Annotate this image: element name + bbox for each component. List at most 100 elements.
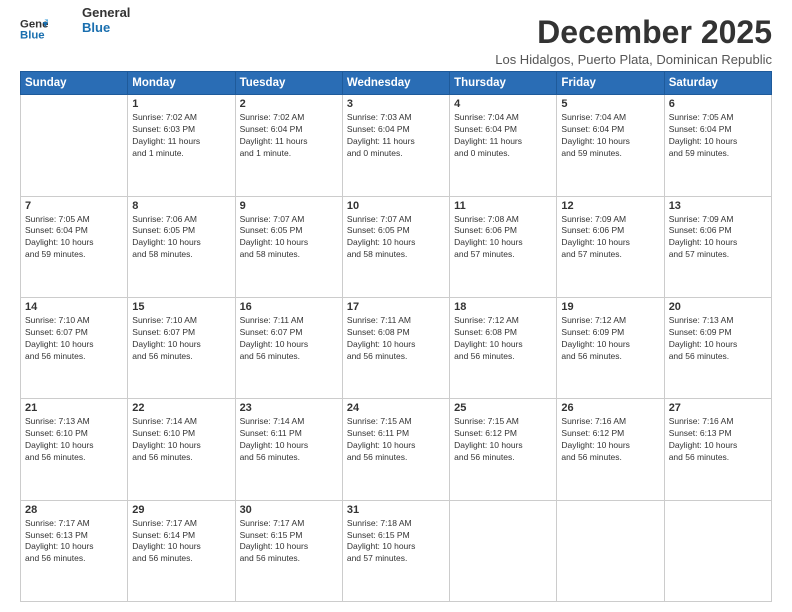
day-number: 18	[454, 301, 552, 313]
header: General Blue General Blue December 2025 …	[20, 15, 772, 67]
day-cell	[664, 500, 771, 601]
day-info: Sunrise: 7:17 AM Sunset: 6:15 PM Dayligh…	[240, 518, 338, 566]
day-cell: 27Sunrise: 7:16 AM Sunset: 6:13 PM Dayli…	[664, 399, 771, 500]
day-cell: 17 Sunrise: 7:11 AM Sunset: 6:08 PM Dayli…	[342, 297, 449, 398]
day-info: Sunrise: 7:12 AM Sunset: 6:08 PM Dayligh…	[454, 315, 552, 363]
day-cell: 6 Sunrise: 7:05 AM Sunset: 6:04 PM Daylig…	[664, 95, 771, 196]
day-cell: 16 Sunrise: 7:11 AM Sunset: 6:07 PM Dayli…	[235, 297, 342, 398]
day-cell: 21 Sunrise: 7:13 AM Sunset: 6:10 PM Dayli…	[21, 399, 128, 500]
week-row-2: 7 Sunrise: 7:05 AM Sunset: 6:04 PM Daylig…	[21, 196, 772, 297]
day-info: Sunrise: 7:07 AM Sunset: 6:05 PM Dayligh…	[240, 214, 338, 262]
svg-text:General: General	[20, 18, 48, 30]
day-info: Sunrise: 7:07 AM Sunset: 6:05 PM Dayligh…	[347, 214, 445, 262]
day-number: 2	[240, 98, 338, 110]
day-info: Sunrise: 7:11 AM Sunset: 6:08 PM Dayligh…	[347, 315, 445, 363]
day-number: 1	[132, 98, 230, 110]
day-cell: 8Sunrise: 7:06 AM Sunset: 6:05 PM Daylig…	[128, 196, 235, 297]
header-cell-sunday: Sunday	[21, 72, 128, 95]
day-cell: 12Sunrise: 7:09 AM Sunset: 6:06 PM Dayli…	[557, 196, 664, 297]
day-info: Sunrise: 7:04 AM Sunset: 6:04 PM Dayligh…	[454, 112, 552, 160]
day-number: 13	[669, 200, 767, 212]
day-info: Sunrise: 7:09 AM Sunset: 6:06 PM Dayligh…	[669, 214, 767, 262]
day-number: 16	[240, 301, 338, 313]
day-info: Sunrise: 7:18 AM Sunset: 6:15 PM Dayligh…	[347, 518, 445, 566]
header-cell-thursday: Thursday	[450, 72, 557, 95]
header-cell-saturday: Saturday	[664, 72, 771, 95]
day-number: 22	[132, 402, 230, 414]
day-info: Sunrise: 7:16 AM Sunset: 6:13 PM Dayligh…	[669, 416, 767, 464]
day-number: 14	[25, 301, 123, 313]
day-cell: 18 Sunrise: 7:12 AM Sunset: 6:08 PM Dayli…	[450, 297, 557, 398]
day-cell: 13 Sunrise: 7:09 AM Sunset: 6:06 PM Dayli…	[664, 196, 771, 297]
day-info: Sunrise: 7:15 AM Sunset: 6:11 PM Dayligh…	[347, 416, 445, 464]
day-info: Sunrise: 7:09 AM Sunset: 6:06 PM Dayligh…	[561, 214, 659, 262]
day-cell: 3Sunrise: 7:03 AM Sunset: 6:04 PM Daylig…	[342, 95, 449, 196]
day-cell: 7 Sunrise: 7:05 AM Sunset: 6:04 PM Daylig…	[21, 196, 128, 297]
day-cell: 1Sunrise: 7:02 AM Sunset: 6:03 PM Daylig…	[128, 95, 235, 196]
day-cell: 23Sunrise: 7:14 AM Sunset: 6:11 PM Dayli…	[235, 399, 342, 500]
day-number: 21	[25, 402, 123, 414]
day-info: Sunrise: 7:10 AM Sunset: 6:07 PM Dayligh…	[25, 315, 123, 363]
day-cell	[557, 500, 664, 601]
day-info: Sunrise: 7:16 AM Sunset: 6:12 PM Dayligh…	[561, 416, 659, 464]
header-row: SundayMondayTuesdayWednesdayThursdayFrid…	[21, 72, 772, 95]
day-info: Sunrise: 7:14 AM Sunset: 6:10 PM Dayligh…	[132, 416, 230, 464]
week-row-3: 14 Sunrise: 7:10 AM Sunset: 6:07 PM Dayli…	[21, 297, 772, 398]
day-cell	[21, 95, 128, 196]
day-info: Sunrise: 7:11 AM Sunset: 6:07 PM Dayligh…	[240, 315, 338, 363]
day-info: Sunrise: 7:05 AM Sunset: 6:04 PM Dayligh…	[25, 214, 123, 262]
header-cell-tuesday: Tuesday	[235, 72, 342, 95]
day-cell: 9 Sunrise: 7:07 AM Sunset: 6:05 PM Daylig…	[235, 196, 342, 297]
day-cell: 31 Sunrise: 7:18 AM Sunset: 6:15 PM Dayli…	[342, 500, 449, 601]
day-number: 28	[25, 504, 123, 516]
day-info: Sunrise: 7:04 AM Sunset: 6:04 PM Dayligh…	[561, 112, 659, 160]
day-number: 9	[240, 200, 338, 212]
logo: General Blue General Blue	[20, 15, 130, 43]
day-info: Sunrise: 7:05 AM Sunset: 6:04 PM Dayligh…	[669, 112, 767, 160]
day-cell: 24 Sunrise: 7:15 AM Sunset: 6:11 PM Dayli…	[342, 399, 449, 500]
location: Los Hidalgos, Puerto Plata, Dominican Re…	[495, 52, 772, 67]
day-number: 19	[561, 301, 659, 313]
day-info: Sunrise: 7:06 AM Sunset: 6:05 PM Dayligh…	[132, 214, 230, 262]
day-cell: 5 Sunrise: 7:04 AM Sunset: 6:04 PM Daylig…	[557, 95, 664, 196]
day-number: 15	[132, 301, 230, 313]
calendar-table: SundayMondayTuesdayWednesdayThursdayFrid…	[20, 71, 772, 602]
day-number: 11	[454, 200, 552, 212]
day-cell: 26 Sunrise: 7:16 AM Sunset: 6:12 PM Dayli…	[557, 399, 664, 500]
day-info: Sunrise: 7:13 AM Sunset: 6:10 PM Dayligh…	[25, 416, 123, 464]
week-row-5: 28Sunrise: 7:17 AM Sunset: 6:13 PM Dayli…	[21, 500, 772, 601]
day-number: 7	[25, 200, 123, 212]
week-row-4: 21 Sunrise: 7:13 AM Sunset: 6:10 PM Dayli…	[21, 399, 772, 500]
day-cell: 28Sunrise: 7:17 AM Sunset: 6:13 PM Dayli…	[21, 500, 128, 601]
month-title: December 2025	[495, 15, 772, 50]
day-number: 20	[669, 301, 767, 313]
day-info: Sunrise: 7:10 AM Sunset: 6:07 PM Dayligh…	[132, 315, 230, 363]
day-info: Sunrise: 7:12 AM Sunset: 6:09 PM Dayligh…	[561, 315, 659, 363]
day-number: 31	[347, 504, 445, 516]
day-number: 26	[561, 402, 659, 414]
header-cell-monday: Monday	[128, 72, 235, 95]
logo-blue: Blue	[82, 20, 130, 35]
week-row-1: 1Sunrise: 7:02 AM Sunset: 6:03 PM Daylig…	[21, 95, 772, 196]
day-number: 30	[240, 504, 338, 516]
day-number: 10	[347, 200, 445, 212]
day-cell: 14 Sunrise: 7:10 AM Sunset: 6:07 PM Dayli…	[21, 297, 128, 398]
day-number: 6	[669, 98, 767, 110]
day-info: Sunrise: 7:15 AM Sunset: 6:12 PM Dayligh…	[454, 416, 552, 464]
day-number: 17	[347, 301, 445, 313]
day-number: 24	[347, 402, 445, 414]
title-block: December 2025 Los Hidalgos, Puerto Plata…	[495, 15, 772, 67]
logo-general: General	[82, 5, 130, 20]
day-cell: 20Sunrise: 7:13 AM Sunset: 6:09 PM Dayli…	[664, 297, 771, 398]
day-info: Sunrise: 7:14 AM Sunset: 6:11 PM Dayligh…	[240, 416, 338, 464]
day-cell: 2Sunrise: 7:02 AM Sunset: 6:04 PM Daylig…	[235, 95, 342, 196]
day-number: 29	[132, 504, 230, 516]
day-info: Sunrise: 7:17 AM Sunset: 6:14 PM Dayligh…	[132, 518, 230, 566]
header-cell-friday: Friday	[557, 72, 664, 95]
day-info: Sunrise: 7:08 AM Sunset: 6:06 PM Dayligh…	[454, 214, 552, 262]
day-cell: 11 Sunrise: 7:08 AM Sunset: 6:06 PM Dayli…	[450, 196, 557, 297]
day-number: 3	[347, 98, 445, 110]
day-number: 4	[454, 98, 552, 110]
day-number: 25	[454, 402, 552, 414]
day-number: 5	[561, 98, 659, 110]
